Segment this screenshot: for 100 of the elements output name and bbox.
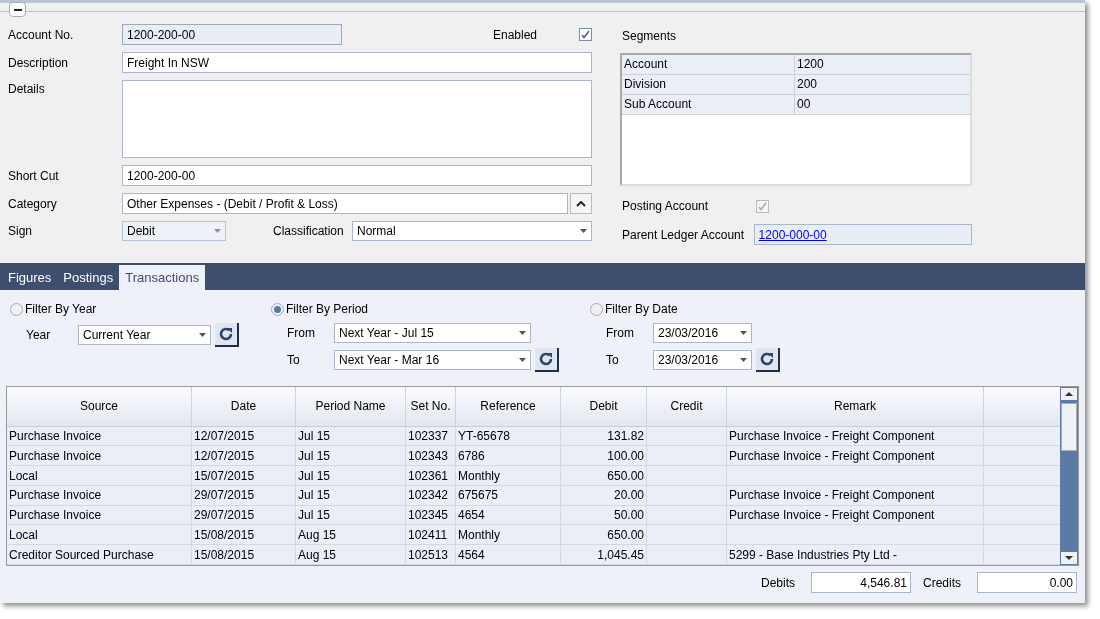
table-cell: 29/07/2015 (192, 505, 296, 525)
segments-label: Segments (622, 28, 678, 45)
table-cell: YT-65678 (456, 426, 561, 446)
refresh-icon (759, 351, 775, 367)
table-cell: 5299 - Base Industries Pty Ltd - (727, 545, 984, 564)
short-cut-field[interactable]: 1200-200-00 (122, 165, 592, 186)
field-label: Posting Account (622, 198, 710, 215)
dropdown[interactable]: Normal (352, 221, 592, 241)
table-cell: Monthly (456, 525, 561, 545)
table-cell: 650.00 (561, 525, 647, 545)
dropdown-arrow-icon (580, 229, 587, 233)
field-label: From (606, 325, 635, 342)
refresh-button[interactable] (535, 348, 559, 372)
expand-button[interactable] (570, 193, 592, 214)
total-label: Debits (760, 574, 795, 592)
column-header[interactable]: Period Name (296, 387, 406, 426)
dropdown[interactable]: 23/03/2016 (653, 350, 752, 370)
field-label: To (287, 352, 301, 369)
radio-button[interactable] (271, 302, 284, 316)
table-cell: Purchase Invoice (7, 446, 192, 466)
column-header[interactable]: Set No. (406, 387, 456, 426)
checkmark-icon (758, 201, 767, 211)
details-field[interactable] (122, 80, 592, 158)
table-cell: 50.00 (561, 505, 647, 525)
table-cell: Creditor Sourced Purchase (7, 545, 192, 564)
table-cell: 15/08/2015 (192, 525, 296, 545)
dropdown[interactable]: Next Year - Jul 15 (334, 323, 531, 343)
column-header[interactable]: Date (192, 387, 296, 426)
table-cell: 29/07/2015 (192, 485, 296, 505)
column-header[interactable]: Remark (727, 387, 984, 426)
refresh-button[interactable] (215, 323, 239, 347)
refresh-icon (218, 326, 234, 342)
table-cell: Purchase Invoice - Freight Component (727, 446, 984, 466)
dropdown[interactable]: 23/03/2016 (653, 323, 752, 343)
table-cell-text: 1200 (796, 56, 825, 73)
column-header[interactable]: Debit (561, 387, 647, 426)
table-cell: Purchase Invoice (7, 485, 192, 505)
table-cell: 102342 (406, 485, 456, 505)
table-cell: Purchase Invoice - Freight Component (727, 426, 984, 446)
column-header[interactable]: Reference (456, 387, 561, 426)
column-header[interactable]: Credit (647, 387, 727, 426)
dropdown[interactable]: Current Year (78, 325, 211, 345)
tab[interactable]: Transactions (119, 265, 206, 290)
dropdown[interactable]: Next Year - Mar 16 (334, 350, 531, 370)
parent-ledger-link[interactable]: 1200-000-00 (758, 225, 827, 244)
table-cell: 15/08/2015 (192, 545, 296, 564)
dropdown-arrow-icon (519, 358, 526, 362)
table-cell-text: 200 (796, 76, 819, 93)
table-cell: Sub Account (622, 95, 795, 114)
table-cell: 4654 (456, 505, 561, 525)
table-cell: 102337 (406, 426, 456, 446)
table-cell: 12/07/2015 (192, 426, 296, 446)
radio-label: Filter By Year (25, 301, 97, 318)
table-cell: Jul 15 (296, 426, 406, 446)
column-header[interactable]: Source (7, 387, 192, 426)
refresh-icon (538, 351, 554, 367)
collapse-button[interactable] (9, 2, 26, 17)
field-label: Sign (8, 223, 34, 240)
table-cell-text: 00 (796, 96, 812, 113)
total-field: 4,546.81 (811, 572, 911, 593)
table-cell: 102361 (406, 466, 456, 485)
table-cell: Aug 15 (296, 525, 406, 545)
description-field[interactable]: Freight In NSW (122, 52, 592, 73)
table-cell: Local (7, 525, 192, 545)
tab[interactable]: Figures (2, 266, 58, 290)
field-label: Description (8, 54, 70, 72)
scrollbar-thumb[interactable] (1061, 403, 1077, 451)
field-label: Account No. (8, 26, 75, 44)
table-cell: 131.82 (561, 426, 647, 446)
field-label: Enabled (492, 26, 537, 44)
checkmark-icon (581, 30, 590, 39)
total-label: Credits (923, 574, 961, 592)
dropdown-arrow-icon (199, 333, 206, 337)
minus-icon (13, 8, 22, 11)
tab[interactable]: Postings (57, 266, 120, 290)
radio-button[interactable] (10, 302, 23, 316)
table-cell: 15/07/2015 (192, 466, 296, 485)
table-cell: Purchase Invoice - Freight Component (727, 485, 984, 505)
table-cell: 102345 (406, 505, 456, 525)
field-label: Short Cut (8, 167, 60, 185)
radio-button[interactable] (590, 302, 603, 316)
table-cell: Aug 15 (296, 545, 406, 564)
table-cell: Monthly (456, 466, 561, 485)
table-cell: 650.00 (561, 466, 647, 485)
refresh-button[interactable] (756, 348, 780, 372)
radio-label: Filter By Period (286, 301, 369, 318)
table-cell: Purchase Invoice - Freight Component (727, 505, 984, 525)
table-cell: 1,045.45 (561, 545, 647, 564)
category-field[interactable]: Other Expenses - (Debit / Profit & Loss) (122, 193, 568, 214)
chevron-up-icon (576, 200, 586, 207)
field-label: To (606, 352, 620, 369)
field-label: Year (26, 327, 52, 344)
field-label: Parent Ledger Account (622, 226, 746, 244)
account-number-field[interactable]: 1200-200-00 (122, 24, 342, 45)
table-cell: Jul 15 (296, 466, 406, 485)
scrollbar[interactable] (1060, 387, 1078, 565)
table-cell: 20.00 (561, 485, 647, 505)
checkbox[interactable] (579, 28, 592, 41)
field-label: From (287, 325, 316, 342)
table-cell: 12/07/2015 (192, 446, 296, 466)
